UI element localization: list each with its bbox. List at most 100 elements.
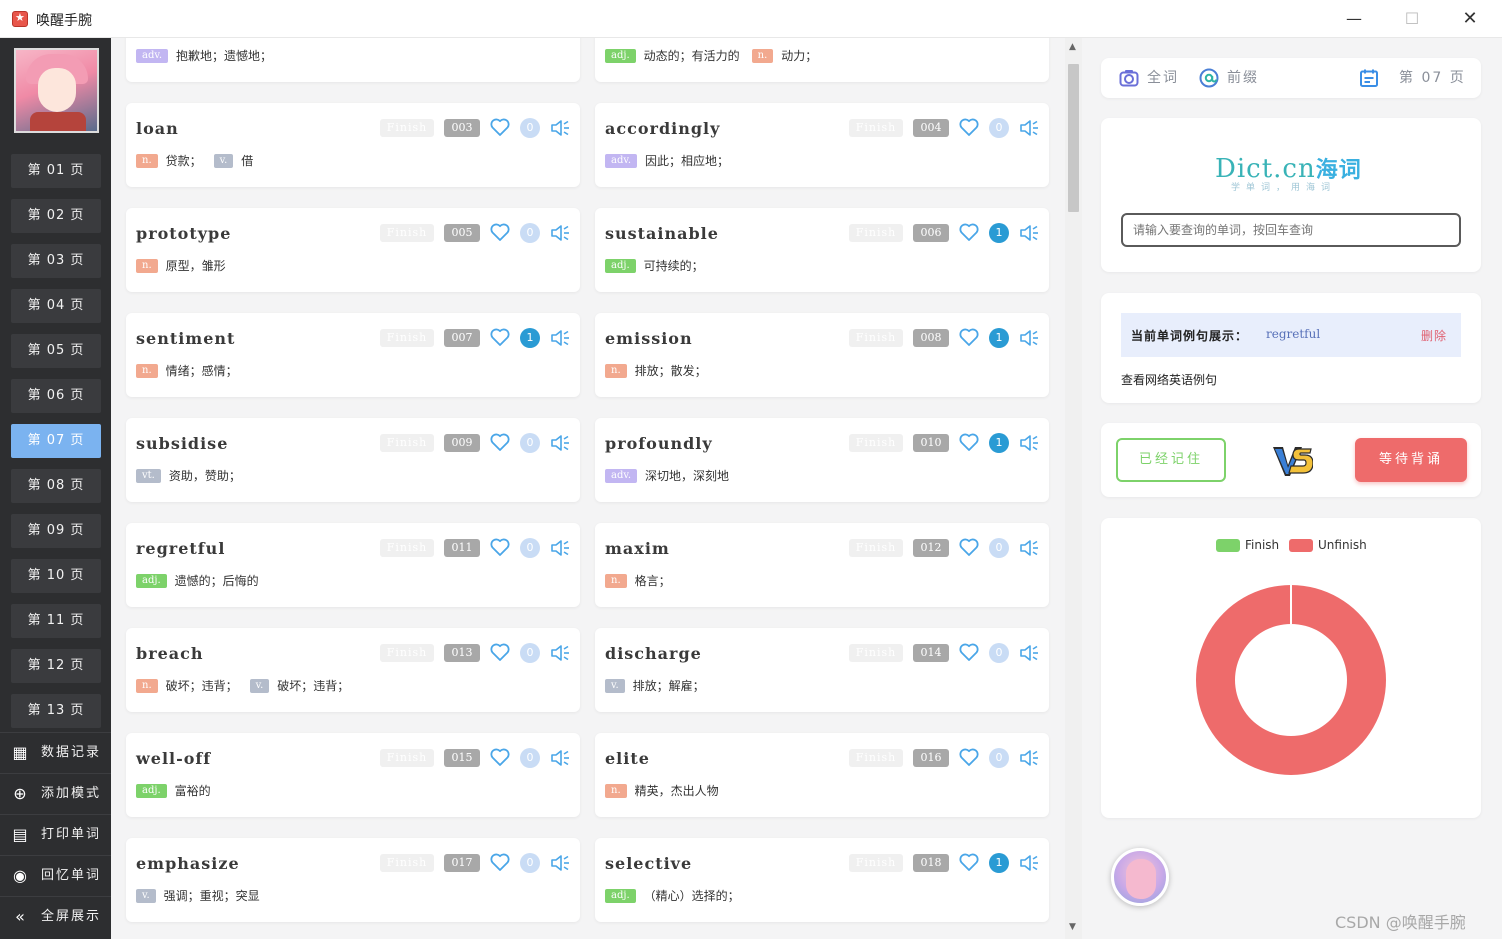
word-card[interactable]: loan Finish 003 0 n. 贷款； v. 借 xyxy=(126,103,580,187)
avatar[interactable] xyxy=(14,48,99,133)
menu-item-5[interactable]: « 全屏展示 xyxy=(0,896,111,936)
finish-badge[interactable]: Finish xyxy=(380,434,434,452)
page-button-11[interactable]: 第 11 页 xyxy=(11,604,101,638)
speaker-icon[interactable] xyxy=(1018,537,1040,559)
finish-badge[interactable]: Finish xyxy=(380,749,434,767)
heart-icon[interactable] xyxy=(958,116,980,138)
word-card-partial[interactable]: adj. 动态的；有活力的 n. 动力； xyxy=(595,38,1049,82)
speaker-icon[interactable] xyxy=(549,222,571,244)
word-card[interactable]: emphasize Finish 017 0 v. 强调；重视；突显 xyxy=(126,838,580,922)
scrollbar[interactable]: ▲ ▼ xyxy=(1065,38,1082,939)
finish-badge[interactable]: Finish xyxy=(849,224,903,242)
dictionary-search-input[interactable] xyxy=(1121,213,1461,247)
word-card-partial[interactable]: adv. 抱歉地；遗憾地； xyxy=(126,38,580,82)
finish-badge[interactable]: Finish xyxy=(380,644,434,662)
page-button-12[interactable]: 第 12 页 xyxy=(11,649,101,683)
heart-icon[interactable] xyxy=(489,221,511,243)
speaker-icon[interactable] xyxy=(549,642,571,664)
speaker-icon[interactable] xyxy=(549,327,571,349)
floating-avatar[interactable] xyxy=(1111,848,1169,906)
nav-all-words[interactable]: 全词 xyxy=(1119,67,1179,89)
speaker-icon[interactable] xyxy=(1018,642,1040,664)
page-button-6[interactable]: 第 06 页 xyxy=(11,379,101,413)
legend-finish[interactable]: Finish xyxy=(1216,538,1279,552)
finish-badge[interactable]: Finish xyxy=(849,119,903,137)
heart-icon[interactable] xyxy=(489,116,511,138)
speaker-icon[interactable] xyxy=(1018,117,1040,139)
heart-icon[interactable] xyxy=(489,746,511,768)
speaker-icon[interactable] xyxy=(549,117,571,139)
page-button-13[interactable]: 第 13 页 xyxy=(11,694,101,728)
menu-item-2[interactable]: ⊕ 添加模式 xyxy=(0,773,111,813)
word-card[interactable]: sustainable Finish 006 1 adj. 可持续的； xyxy=(595,208,1049,292)
word-card[interactable]: sentiment Finish 007 1 n. 情绪；感情； xyxy=(126,313,580,397)
word-card[interactable]: breach Finish 013 0 n. 破坏；违背； v. 破坏；违背； xyxy=(126,628,580,712)
word-card[interactable]: selective Finish 018 1 adj. （精心）选择的； xyxy=(595,838,1049,922)
word-card[interactable]: discharge Finish 014 0 v. 排放；解雇； xyxy=(595,628,1049,712)
finish-badge[interactable]: Finish xyxy=(380,539,434,557)
close-button[interactable]: ✕ xyxy=(1450,6,1490,32)
heart-icon[interactable] xyxy=(958,326,980,348)
speaker-icon[interactable] xyxy=(1018,222,1040,244)
heart-icon[interactable] xyxy=(489,851,511,873)
page-button-3[interactable]: 第 03 页 xyxy=(11,244,101,278)
scroll-thumb[interactable] xyxy=(1068,64,1079,212)
remembered-button[interactable]: 已经记住 xyxy=(1116,438,1226,482)
speaker-icon[interactable] xyxy=(1018,327,1040,349)
word-card[interactable]: maxim Finish 012 0 n. 格言； xyxy=(595,523,1049,607)
word-card[interactable]: elite Finish 016 0 n. 精英，杰出人物 xyxy=(595,733,1049,817)
heart-icon[interactable] xyxy=(958,851,980,873)
scroll-down-arrow-icon[interactable]: ▼ xyxy=(1069,922,1076,932)
finish-badge[interactable]: Finish xyxy=(380,854,434,872)
menu-item-1[interactable]: ▦ 数据记录 xyxy=(0,732,111,772)
maximize-button[interactable]: ☐ xyxy=(1392,6,1432,32)
delete-button[interactable]: 删除 xyxy=(1421,327,1447,344)
nav-page[interactable]: 第 07 页 xyxy=(1359,67,1466,89)
speaker-icon[interactable] xyxy=(549,432,571,454)
heart-icon[interactable] xyxy=(958,536,980,558)
waiting-recite-button[interactable]: 等待背诵 xyxy=(1355,438,1467,482)
legend-unfinish[interactable]: Unfinish xyxy=(1289,538,1367,552)
heart-icon[interactable] xyxy=(489,326,511,348)
finish-badge[interactable]: Finish xyxy=(380,329,434,347)
speaker-icon[interactable] xyxy=(1018,852,1040,874)
page-button-9[interactable]: 第 09 页 xyxy=(11,514,101,548)
speaker-icon[interactable] xyxy=(1018,432,1040,454)
heart-icon[interactable] xyxy=(958,641,980,663)
finish-badge[interactable]: Finish xyxy=(380,119,434,137)
finish-badge[interactable]: Finish xyxy=(849,539,903,557)
word-card[interactable]: profoundly Finish 010 1 adv. 深切地，深刻地 xyxy=(595,418,1049,502)
page-button-1[interactable]: 第 01 页 xyxy=(11,154,101,188)
heart-icon[interactable] xyxy=(489,536,511,558)
word-card[interactable]: accordingly Finish 004 0 adv. 因此；相应地； xyxy=(595,103,1049,187)
page-button-5[interactable]: 第 05 页 xyxy=(11,334,101,368)
speaker-icon[interactable] xyxy=(1018,747,1040,769)
menu-item-3[interactable]: ▤ 打印单词 xyxy=(0,814,111,854)
heart-icon[interactable] xyxy=(958,431,980,453)
word-card[interactable]: subsidise Finish 009 0 vt. 资助，赞助； xyxy=(126,418,580,502)
finish-badge[interactable]: Finish xyxy=(849,329,903,347)
page-button-10[interactable]: 第 10 页 xyxy=(11,559,101,593)
minimize-button[interactable]: — xyxy=(1334,6,1374,32)
word-card[interactable]: emission Finish 008 1 n. 排放；散发； xyxy=(595,313,1049,397)
finish-badge[interactable]: Finish xyxy=(380,224,434,242)
menu-item-4[interactable]: ◉ 回忆单词 xyxy=(0,855,111,895)
speaker-icon[interactable] xyxy=(549,747,571,769)
page-button-8[interactable]: 第 08 页 xyxy=(11,469,101,503)
finish-badge[interactable]: Finish xyxy=(849,854,903,872)
nav-prefix[interactable]: 前缀 xyxy=(1199,67,1259,89)
finish-badge[interactable]: Finish xyxy=(849,749,903,767)
heart-icon[interactable] xyxy=(958,221,980,243)
finish-badge[interactable]: Finish xyxy=(849,644,903,662)
word-card[interactable]: regretful Finish 011 0 adj. 遗憾的；后悔的 xyxy=(126,523,580,607)
speaker-icon[interactable] xyxy=(549,537,571,559)
heart-icon[interactable] xyxy=(489,641,511,663)
speaker-icon[interactable] xyxy=(549,852,571,874)
page-button-7[interactable]: 第 07 页 xyxy=(11,424,101,458)
page-button-2[interactable]: 第 02 页 xyxy=(11,199,101,233)
word-card[interactable]: well-off Finish 015 0 adj. 富裕的 xyxy=(126,733,580,817)
finish-badge[interactable]: Finish xyxy=(849,434,903,452)
heart-icon[interactable] xyxy=(958,746,980,768)
web-examples-link[interactable]: 查看网络英语例句 xyxy=(1121,371,1217,388)
word-card[interactable]: prototype Finish 005 0 n. 原型，雏形 xyxy=(126,208,580,292)
